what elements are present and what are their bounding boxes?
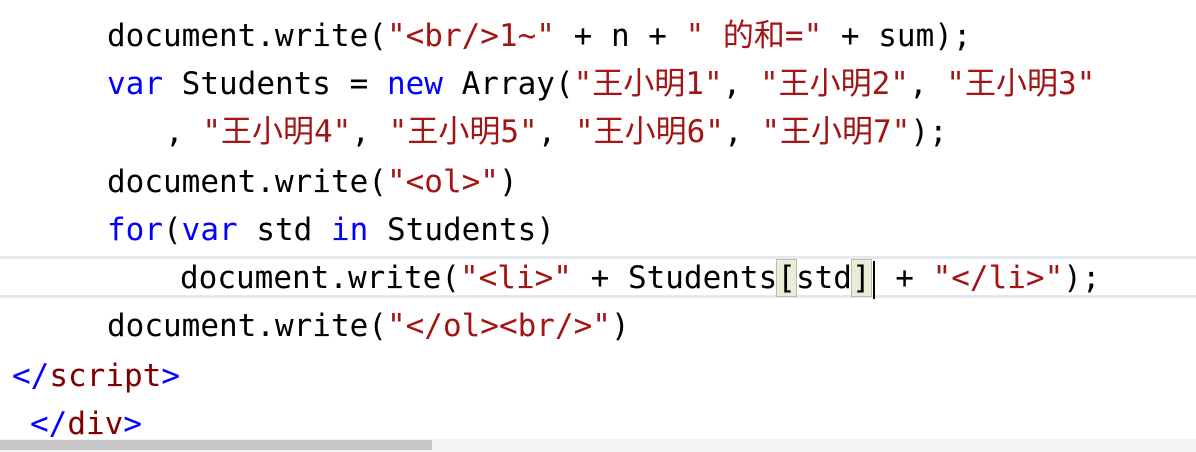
code-token: document.write( (107, 308, 387, 344)
code-token: in (331, 212, 369, 248)
code-token: + sum); (822, 18, 972, 54)
code-token: ( (163, 212, 182, 248)
matching-bracket-open: [ (776, 259, 797, 297)
code-token: document.write( (107, 18, 387, 54)
text-cursor (872, 260, 875, 299)
code-line-2-wrap[interactable]: , "王小明4", "王小明5", "王小明6", "王小明7"); (165, 108, 948, 156)
code-token: + (876, 260, 933, 296)
code-token: ) (610, 308, 630, 344)
code-token: document.write( (180, 260, 460, 296)
code-token: var (181, 212, 238, 248)
code-line-7[interactable]: </script> (12, 352, 180, 400)
code-token: new (386, 66, 443, 102)
code-token: std (237, 212, 331, 248)
code-line-6[interactable]: document.write("</ol><br/>") (107, 302, 630, 350)
code-token: "</li>" (932, 260, 1064, 296)
code-token: "王小明5" (388, 114, 538, 150)
code-line-1[interactable]: document.write("<br/>1~" + n + " 的和=" + … (107, 12, 972, 60)
code-token: for (107, 212, 163, 248)
code-token: std (795, 260, 852, 296)
code-token: "<br/>1~" (386, 18, 555, 54)
code-token: script (49, 358, 162, 394)
code-token: "</ol><br/>" (386, 308, 611, 344)
code-token: "王小明2" (759, 66, 909, 102)
code-token: "王小明4" (202, 114, 352, 150)
code-token: var (107, 66, 163, 102)
code-token: , (537, 114, 575, 150)
code-token: , (165, 114, 203, 150)
code-token: , (723, 114, 762, 150)
code-token: , (908, 66, 947, 102)
code-editor[interactable]: document.write("<br/>1~" + n + " 的和=" + … (0, 0, 1196, 452)
code-line-5-current[interactable]: document.write("<li>" + Students[std] + … (180, 254, 1101, 302)
code-token: ); (910, 114, 948, 150)
matching-bracket-close: ] (850, 259, 872, 297)
code-token: ) (498, 164, 518, 200)
code-token: "王小明7" (761, 114, 911, 150)
code-token: document.write( (107, 164, 387, 200)
code-token: , (351, 114, 389, 150)
code-token: "王小明3" (946, 66, 1096, 102)
horizontal-scrollbar-thumb[interactable] (0, 440, 432, 450)
code-line-4[interactable]: for(var std in Students) (107, 206, 555, 254)
code-token: Students) (368, 212, 555, 248)
code-token: ); (1063, 260, 1101, 296)
code-token: Array( (442, 66, 574, 102)
code-token: + n + (554, 18, 686, 54)
code-token: </ (30, 406, 68, 442)
code-token: </ (12, 358, 50, 394)
code-token: > (161, 358, 180, 394)
code-line-3[interactable]: document.write("<ol>") (107, 158, 518, 206)
code-token: div (67, 406, 124, 442)
code-token: Students = (163, 66, 387, 102)
code-token: , (722, 66, 760, 102)
code-token: "<li>" (459, 260, 572, 296)
code-token: > (123, 406, 142, 442)
code-line-2[interactable]: var Students = new Array("王小明1", "王小明2",… (107, 60, 1095, 108)
code-token: + Students (571, 260, 778, 296)
code-token: "王小明6" (574, 114, 724, 150)
code-token: " 的和=" (685, 18, 823, 54)
code-token: "<ol>" (386, 164, 499, 200)
code-token: "王小明1" (573, 66, 723, 102)
